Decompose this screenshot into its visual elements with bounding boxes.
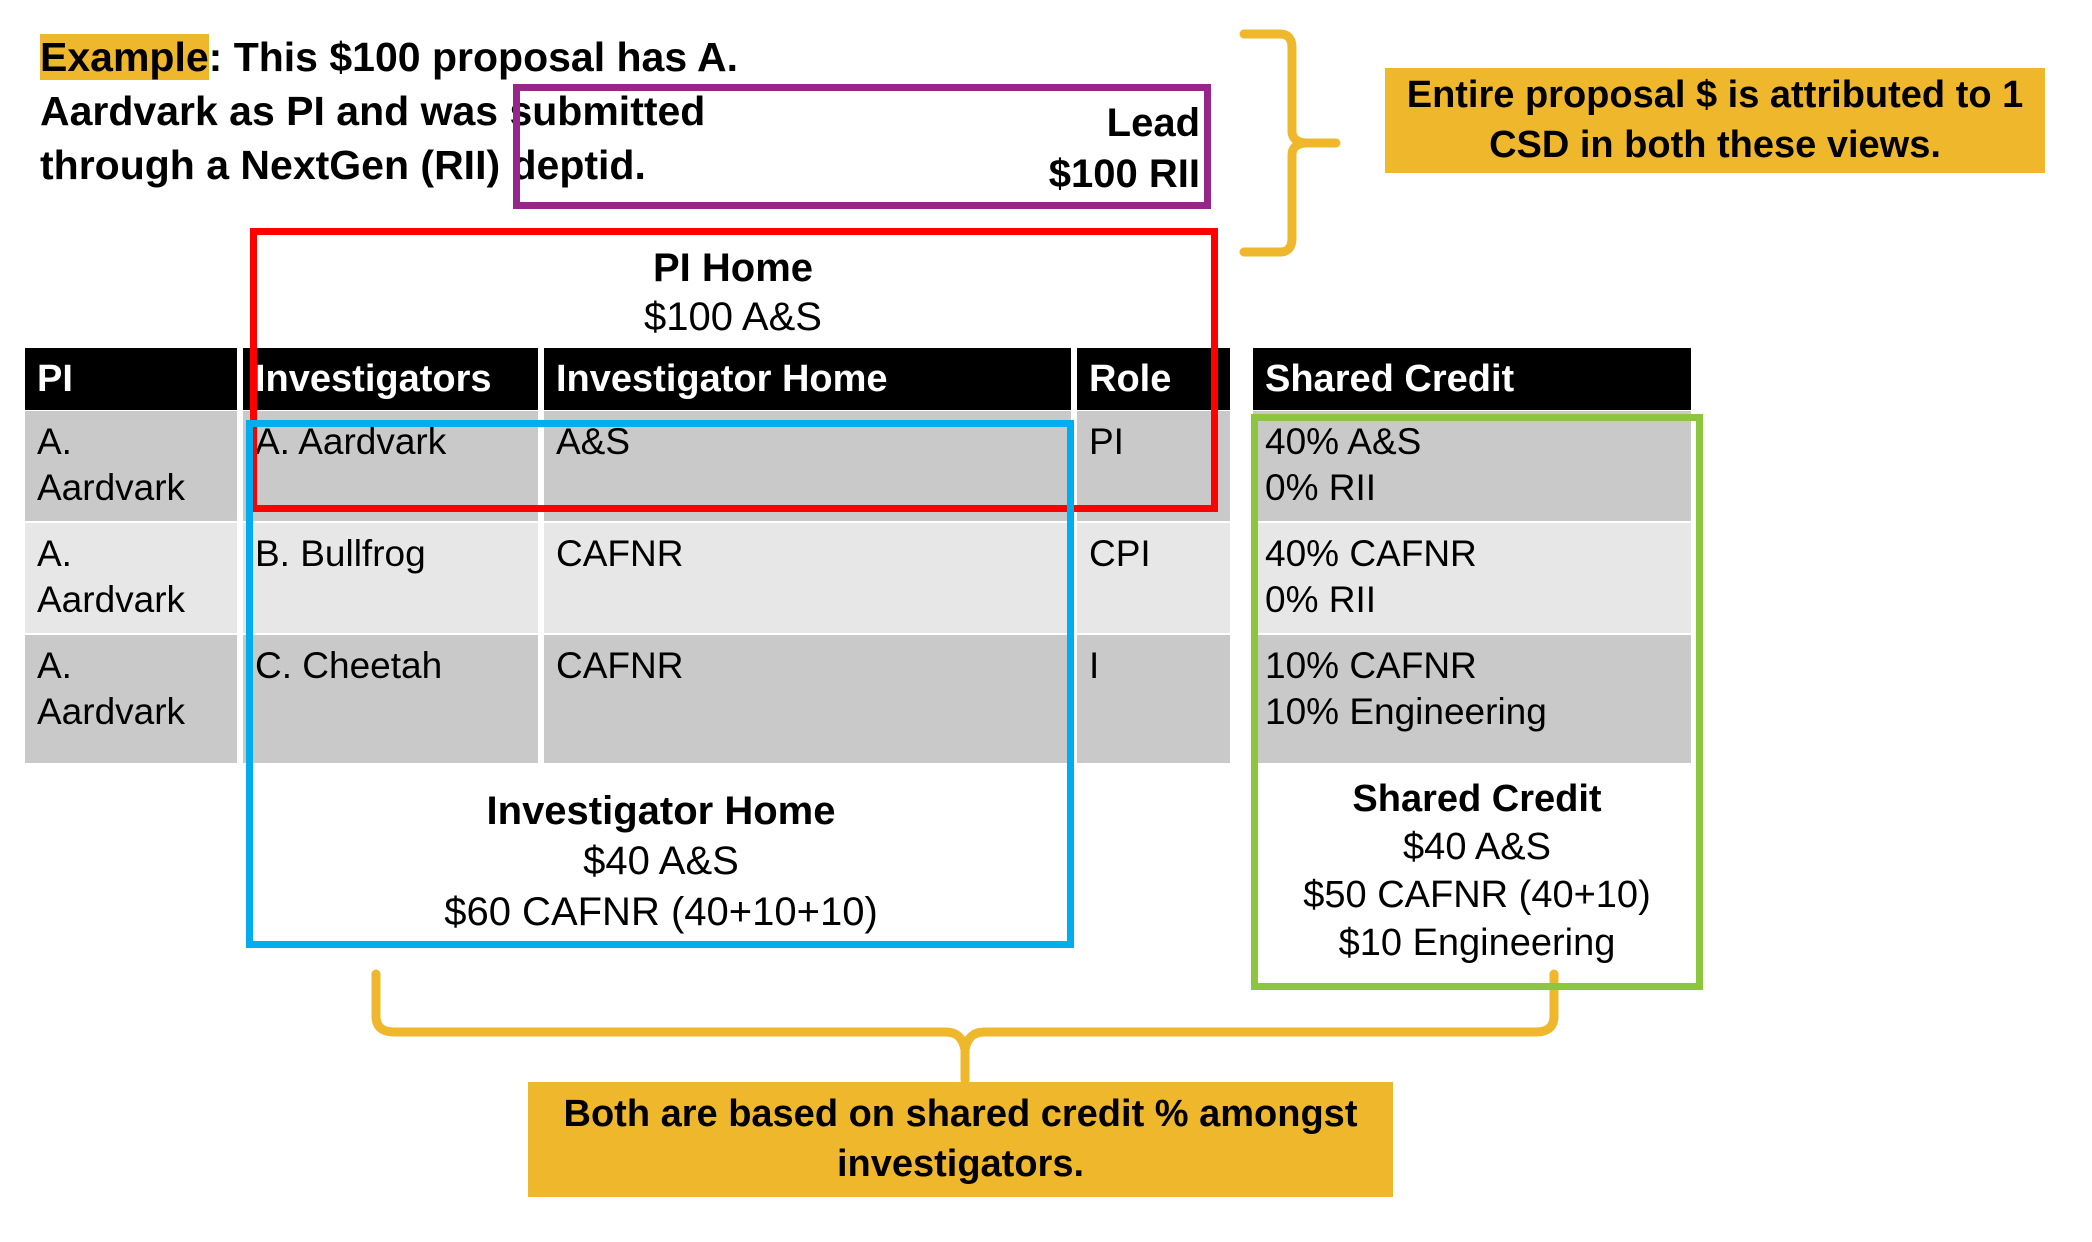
table-header-investigators: Investigators: [243, 348, 538, 410]
pi-home-title: PI Home: [652, 246, 814, 290]
callout-bottom: Both are based on shared credit % amongs…: [528, 1082, 1393, 1197]
table-header-pi: PI: [25, 348, 237, 410]
shared-credit-title: Shared Credit: [1352, 778, 1602, 820]
pi-home-line1: $100 A&S: [644, 294, 822, 339]
cell-investigator: C. Cheetah: [243, 635, 538, 763]
table-row[interactable]: A. Aardvark A. Aardvark A&S PI 40% A&S 0…: [25, 411, 1691, 521]
cell-shared-credit: 40% CAFNR 0% RII: [1253, 523, 1691, 633]
brace-bottom-icon: [371, 969, 1559, 1085]
shared-credit-annotation-text: Shared Credit $40 A&S $50 CAFNR (40+10) …: [1262, 776, 1692, 968]
table-row[interactable]: A. Aardvark B. Bullfrog CAFNR CPI 40% CA…: [25, 523, 1691, 633]
cell-role: PI: [1077, 411, 1230, 521]
cell-home: A&S: [544, 411, 1071, 521]
cell-home: CAFNR: [544, 523, 1071, 633]
investigator-home-line2: $60 CAFNR (40+10+10): [444, 889, 878, 934]
shared-credit-line2: $50 CAFNR (40+10): [1303, 873, 1651, 916]
table-header-shared-credit: Shared Credit: [1253, 348, 1691, 410]
investigator-home-line1: $40 A&S: [583, 839, 739, 884]
cell-shared-credit: 40% A&S 0% RII: [1253, 411, 1691, 521]
example-highlight: Example: [40, 34, 209, 80]
table-row[interactable]: A. Aardvark C. Cheetah CAFNR I 10% CAFNR…: [25, 635, 1691, 763]
investigator-home-annotation-text: Investigator Home $40 A&S $60 CAFNR (40+…: [256, 786, 1066, 937]
investigator-home-title: Investigator Home: [486, 789, 836, 833]
credit-table: PI Investigators Investigator Home Role …: [25, 348, 1691, 768]
brace-right-icon: [1239, 29, 1341, 257]
lead-amount: $100 RII: [1048, 152, 1200, 197]
table-header-row: PI Investigators Investigator Home Role …: [25, 348, 1691, 410]
callout-top: Entire proposal $ is attributed to 1 CSD…: [1385, 68, 2045, 173]
cell-pi: A. Aardvark: [25, 411, 237, 521]
table-header-investigator-home: Investigator Home: [544, 348, 1071, 410]
cell-investigator: B. Bullfrog: [243, 523, 538, 633]
shared-credit-line1: $40 A&S: [1403, 825, 1551, 868]
cell-home: CAFNR: [544, 635, 1071, 763]
table-header-role: Role: [1077, 348, 1230, 410]
lead-title: Lead: [1106, 101, 1200, 145]
cell-role: CPI: [1077, 523, 1230, 633]
cell-shared-credit: 10% CAFNR 10% Engineering: [1253, 635, 1691, 763]
shared-credit-line3: $10 Engineering: [1338, 921, 1616, 964]
cell-investigator: A. Aardvark: [243, 411, 538, 521]
cell-pi: A. Aardvark: [25, 635, 237, 763]
cell-role: I: [1077, 635, 1230, 763]
lead-annotation-text: Lead $100 RII: [860, 98, 1200, 200]
pi-home-annotation-text: PI Home $100 A&S: [258, 244, 1208, 342]
cell-pi: A. Aardvark: [25, 523, 237, 633]
